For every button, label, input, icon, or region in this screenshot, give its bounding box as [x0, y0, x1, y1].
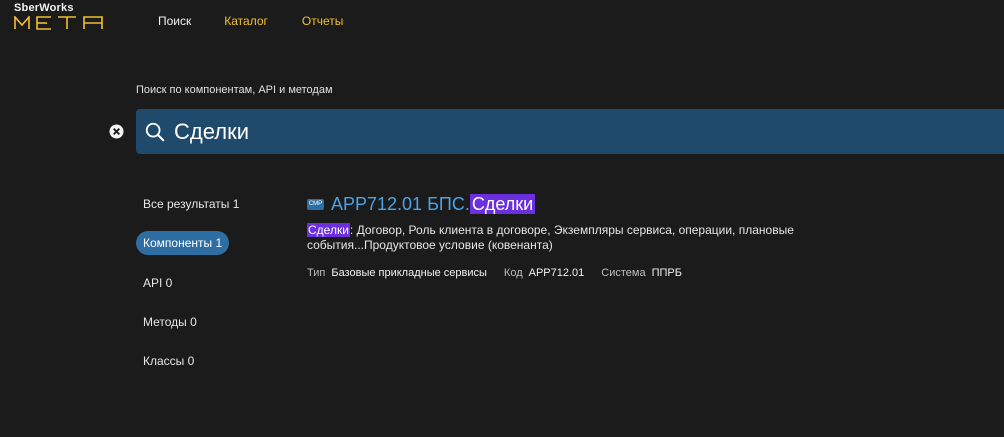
meta-code-label: Код: [503, 267, 523, 279]
meta-code-value: APP712.01: [528, 267, 585, 279]
meta-type-value: Базовые прикладные сервисы: [331, 267, 487, 279]
search-input[interactable]: [172, 117, 976, 146]
filter-all[interactable]: Все результаты 1: [136, 192, 246, 216]
filter-components[interactable]: Компоненты 1: [136, 231, 230, 255]
result-desc-highlight: Сделки: [307, 223, 350, 237]
top-nav: Поиск Каталог Отчеты: [158, 14, 343, 28]
result-title-highlight: Сделки: [469, 193, 536, 214]
component-type-icon: CMP: [307, 198, 324, 210]
filter-classes[interactable]: Классы 0: [136, 349, 201, 373]
app-logo[interactable]: SberWorks: [14, 2, 124, 32]
nav-search[interactable]: Поиск: [158, 14, 191, 28]
filter-api[interactable]: API 0: [136, 271, 179, 295]
search-bar: [136, 109, 1004, 154]
nav-reports[interactable]: Отчеты: [302, 14, 343, 28]
result-meta: Тип Базовые прикладные сервисы Код APP71…: [307, 267, 947, 279]
result-title-prefix: APP712.01 БПС.: [331, 193, 470, 214]
search-caption: Поиск по компонентам, API и методам: [136, 84, 333, 96]
meta-type-label: Тип: [307, 267, 326, 279]
result-title-link[interactable]: APP712.01 БПС. Сделки: [331, 193, 536, 215]
result-description: Сделки: Договор, Роль клиента в договоре…: [307, 223, 897, 253]
clear-search-icon[interactable]: [109, 124, 124, 139]
result-desc-text: : Договор, Роль клиента в договоре, Экзе…: [307, 223, 794, 252]
result-header: CMP APP712.01 БПС. Сделки: [307, 192, 947, 216]
search-result-item: CMP APP712.01 БПС. Сделки Сделки: Договор…: [307, 192, 947, 279]
nav-catalog[interactable]: Каталог: [224, 14, 268, 28]
meta-system-value: ППРБ: [651, 267, 682, 279]
search-icon: [145, 122, 165, 141]
logo-meta-wordmark: [14, 16, 103, 30]
filter-methods[interactable]: Методы 0: [136, 310, 204, 334]
meta-system-label: Система: [601, 267, 646, 279]
logo-brand-text: SberWorks: [14, 2, 74, 14]
